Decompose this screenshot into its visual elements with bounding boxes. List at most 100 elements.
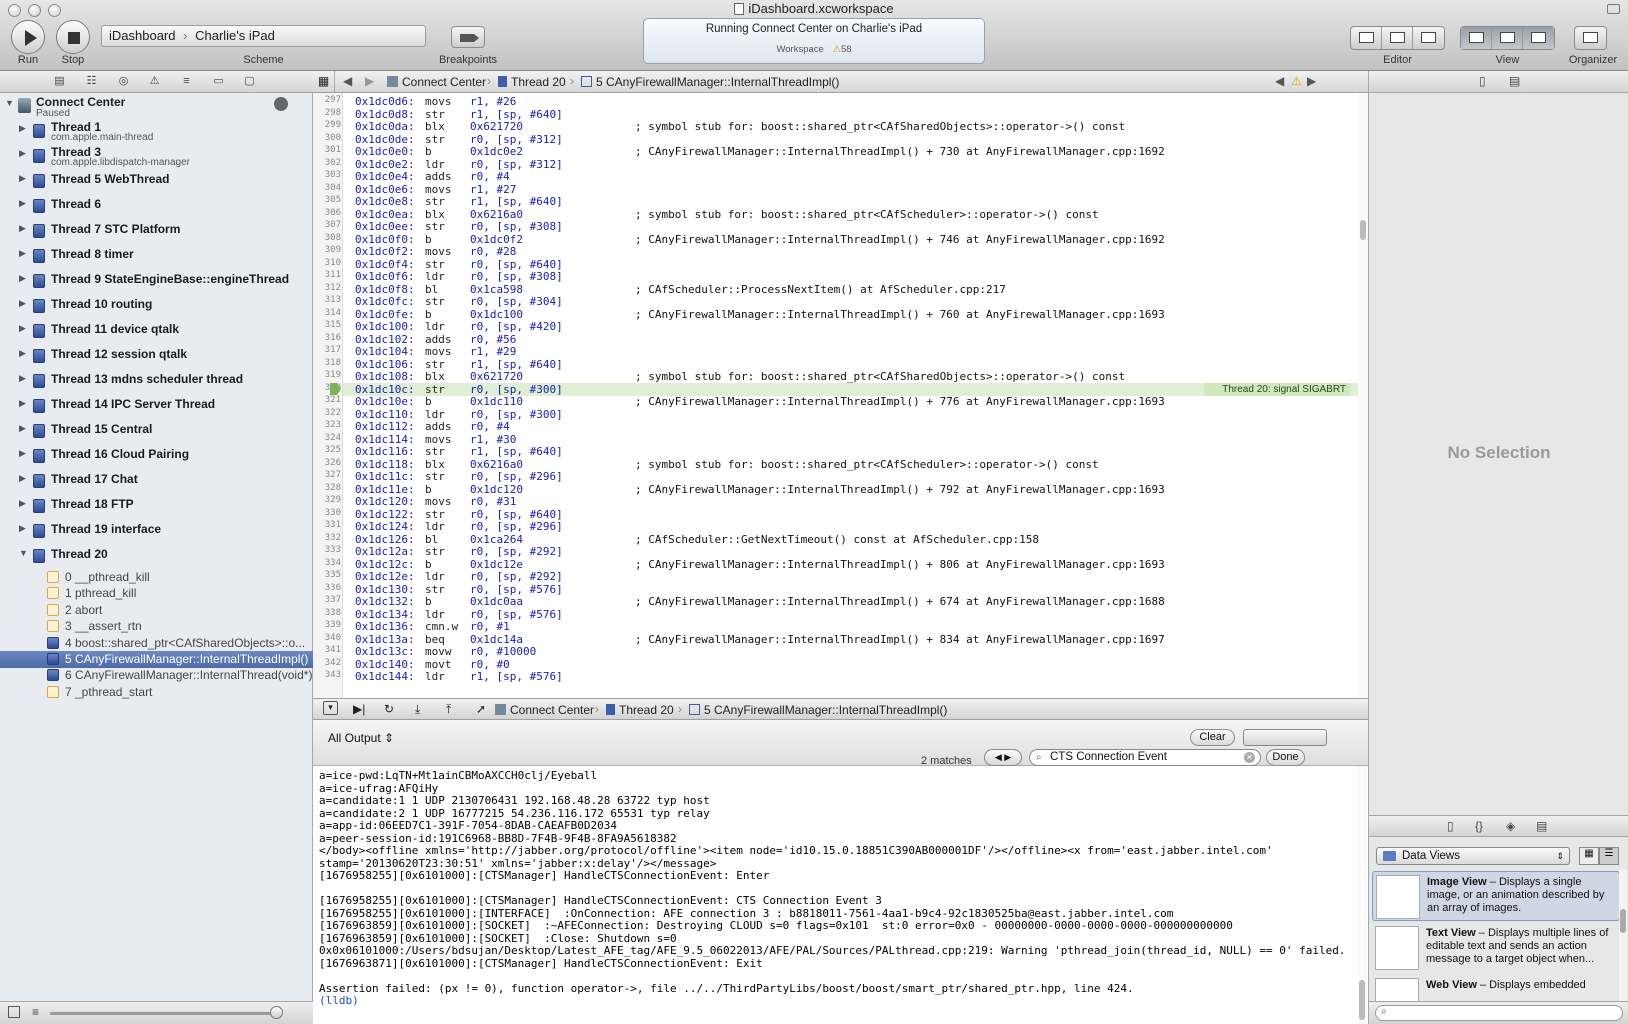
lldb-prompt[interactable]: (lldb) bbox=[319, 994, 359, 1008]
toggle-debug-area-button[interactable] bbox=[1492, 27, 1523, 49]
breakpoints-button[interactable] bbox=[451, 26, 485, 48]
disclosure-closed-icon[interactable]: ▶ bbox=[19, 473, 26, 484]
disclosure-closed-icon[interactable]: ▶ bbox=[19, 198, 26, 209]
step-over-icon[interactable]: ↻ bbox=[384, 702, 394, 716]
debugbar-project[interactable]: Connect Center bbox=[495, 703, 594, 717]
disclosure-open-icon[interactable]: ▼ bbox=[19, 548, 28, 558]
thread-row[interactable]: ▶ Thread 1 com.apple.main-thread bbox=[0, 119, 313, 145]
log-navigator-icon[interactable]: ▢ bbox=[243, 75, 256, 88]
toggle-navigator-button[interactable] bbox=[1461, 27, 1492, 49]
process-options-icon[interactable] bbox=[274, 97, 288, 111]
thread-row[interactable]: ▼ Thread 20 bbox=[0, 544, 313, 570]
location-icon[interactable]: ➚ bbox=[476, 702, 486, 716]
thread-row[interactable]: ▶ Thread 11 device qtalk bbox=[0, 319, 313, 345]
fullscreen-icon[interactable] bbox=[1607, 4, 1620, 14]
thread-row[interactable]: ▶ Thread 6 bbox=[0, 194, 313, 220]
library-filter-field[interactable]: ⌕ bbox=[1375, 1005, 1623, 1021]
jumpbar-project[interactable]: Connect Center bbox=[387, 75, 486, 89]
warning-count[interactable]: 58 bbox=[841, 44, 852, 55]
compress-stack-icon[interactable]: ≡ bbox=[32, 1005, 39, 1019]
stop-button[interactable] bbox=[56, 20, 90, 54]
debug-navigator-icon[interactable]: ≡ bbox=[180, 75, 193, 88]
scheme-popup[interactable]: iDashboard › Charlie's iPad bbox=[101, 25, 426, 47]
stack-frame-row[interactable]: 1 pthread_kill bbox=[0, 585, 313, 602]
thread-row[interactable]: ▶ Thread 18 FTP bbox=[0, 494, 313, 520]
search-navigator-icon[interactable]: ◎ bbox=[117, 75, 130, 88]
organizer-button[interactable] bbox=[1574, 26, 1607, 50]
toggle-utilities-button[interactable] bbox=[1523, 27, 1554, 49]
warning-icon[interactable]: ⚠ bbox=[1291, 74, 1302, 88]
console-layout-control[interactable] bbox=[1243, 729, 1327, 746]
disclosure-closed-icon[interactable]: ▶ bbox=[19, 348, 26, 359]
stack-frame-row[interactable]: 6 CAnyFirewallManager::InternalThread(vo… bbox=[0, 667, 313, 684]
project-navigator-icon[interactable]: ▤ bbox=[53, 75, 66, 88]
output-selector[interactable]: All Output ⇕ bbox=[328, 731, 394, 745]
stack-frame-row[interactable]: 7 _pthread_start bbox=[0, 684, 313, 701]
disclosure-closed-icon[interactable]: ▶ bbox=[19, 498, 26, 509]
stack-compression-slider[interactable] bbox=[50, 1012, 282, 1015]
stack-frame-row[interactable]: 0 __pthread_kill bbox=[0, 569, 313, 586]
next-issue-icon[interactable]: ▶ bbox=[1307, 74, 1316, 88]
forward-arrow-icon[interactable]: ▶ bbox=[365, 74, 374, 88]
thread-row[interactable]: ▶ Thread 7 STC Platform bbox=[0, 219, 313, 245]
run-button[interactable] bbox=[11, 20, 45, 54]
icon-view-button[interactable]: ▦ bbox=[1579, 847, 1599, 865]
version-editor-button[interactable] bbox=[1413, 27, 1444, 49]
quick-help-icon[interactable]: ▤ bbox=[1509, 74, 1520, 88]
back-arrow-icon[interactable]: ◀ bbox=[343, 74, 352, 88]
thread-row[interactable]: ▶ Thread 15 Central bbox=[0, 419, 313, 445]
disclosure-closed-icon[interactable]: ▶ bbox=[19, 223, 26, 234]
code-area[interactable]: Thread 20: signal SIGABRT 0x1dc0d6: movs r… bbox=[313, 93, 1358, 698]
disclosure-closed-icon[interactable]: ▶ bbox=[19, 398, 26, 409]
assistant-editor-button[interactable] bbox=[1382, 27, 1413, 49]
file-inspector-icon[interactable]: ▯ bbox=[1479, 74, 1486, 88]
debugbar-frame[interactable]: 5 CAnyFirewallManager::InternalThreadImp… bbox=[689, 703, 947, 717]
disclosure-closed-icon[interactable]: ▶ bbox=[19, 373, 26, 384]
jumpbar-frame[interactable]: 5 CAnyFirewallManager::InternalThreadImp… bbox=[581, 75, 839, 89]
done-button[interactable]: Done bbox=[1266, 749, 1305, 766]
disclosure-closed-icon[interactable]: ▶ bbox=[19, 123, 26, 134]
stack-frame-row[interactable]: 5 CAnyFirewallManager::InternalThreadImp… bbox=[0, 651, 313, 668]
thread-row[interactable]: ▶ Thread 9 StateEngineBase::engineThread bbox=[0, 269, 313, 295]
stack-frame-row[interactable]: 3 __assert_rtn bbox=[0, 618, 313, 635]
console-scrollbar[interactable] bbox=[1357, 766, 1367, 1024]
thread-row[interactable]: ▶ Thread 19 interface bbox=[0, 519, 313, 545]
stack-frame-row[interactable]: 4 boost::shared_ptr<CAfSharedObjects>::o… bbox=[0, 635, 313, 652]
disclosure-closed-icon[interactable]: ▶ bbox=[19, 248, 26, 259]
disclosure-closed-icon[interactable]: ▶ bbox=[19, 273, 26, 284]
disclosure-open-icon[interactable]: ▼ bbox=[5, 98, 14, 108]
thread-row[interactable]: ▶ Thread 3 com.apple.libdispatch-manager bbox=[0, 144, 313, 170]
thread-row[interactable]: ▶ Thread 17 Chat bbox=[0, 469, 313, 495]
instruction-pointer-icon[interactable] bbox=[330, 382, 342, 395]
library-scrollbar[interactable] bbox=[1619, 869, 1627, 1001]
warning-icon[interactable]: ⚠ bbox=[832, 44, 841, 55]
clear-search-icon[interactable]: ✕ bbox=[1244, 752, 1255, 763]
library-selector[interactable]: Data Views ⇕ bbox=[1376, 847, 1570, 865]
library-item[interactable]: Text View – Displays multiple lines of e… bbox=[1372, 923, 1619, 973]
editor-scrollbar[interactable] bbox=[1358, 93, 1368, 698]
issue-navigator-icon[interactable]: ⚠ bbox=[148, 75, 161, 88]
thread-row[interactable]: ▶ Thread 8 timer bbox=[0, 244, 313, 270]
disclosure-closed-icon[interactable]: ▶ bbox=[19, 448, 26, 459]
editor-scroll-thumb[interactable] bbox=[1360, 220, 1366, 240]
object-library-icon[interactable]: ◈ bbox=[1506, 819, 1515, 833]
disclosure-closed-icon[interactable]: ▶ bbox=[19, 298, 26, 309]
code-snippet-library-icon[interactable]: {} bbox=[1475, 819, 1483, 833]
file-template-library-icon[interactable]: ▯ bbox=[1447, 819, 1454, 833]
console-output[interactable]: a=ice-pwd:LqTN+Mt1ainCBMoAXCCH0clj/Eyeba… bbox=[313, 766, 1368, 1024]
disclosure-closed-icon[interactable]: ▶ bbox=[19, 148, 26, 159]
thread-row[interactable]: ▶ Thread 12 session qtalk bbox=[0, 344, 313, 370]
hide-debug-area-icon[interactable]: ▾ bbox=[323, 701, 338, 715]
disclosure-closed-icon[interactable]: ▶ bbox=[19, 173, 26, 184]
related-items-icon[interactable]: ▦ bbox=[313, 71, 335, 92]
match-navigation-control[interactable]: ◀ ▶ bbox=[984, 749, 1022, 766]
symbol-navigator-icon[interactable]: ☷ bbox=[85, 75, 98, 88]
thread-row[interactable]: ▶ Thread 14 IPC Server Thread bbox=[0, 394, 313, 420]
list-view-button[interactable]: ☰ bbox=[1599, 847, 1619, 865]
console-search-field[interactable]: ⌕ CTS Connection Event ✕ bbox=[1029, 749, 1261, 766]
library-scroll-thumb[interactable] bbox=[1620, 909, 1626, 933]
disclosure-closed-icon[interactable]: ▶ bbox=[19, 323, 26, 334]
media-library-icon[interactable]: ▤ bbox=[1536, 819, 1547, 833]
breakpoint-navigator-icon[interactable]: ▭ bbox=[212, 75, 225, 88]
thread-row[interactable]: ▶ Thread 5 WebThread bbox=[0, 169, 313, 195]
